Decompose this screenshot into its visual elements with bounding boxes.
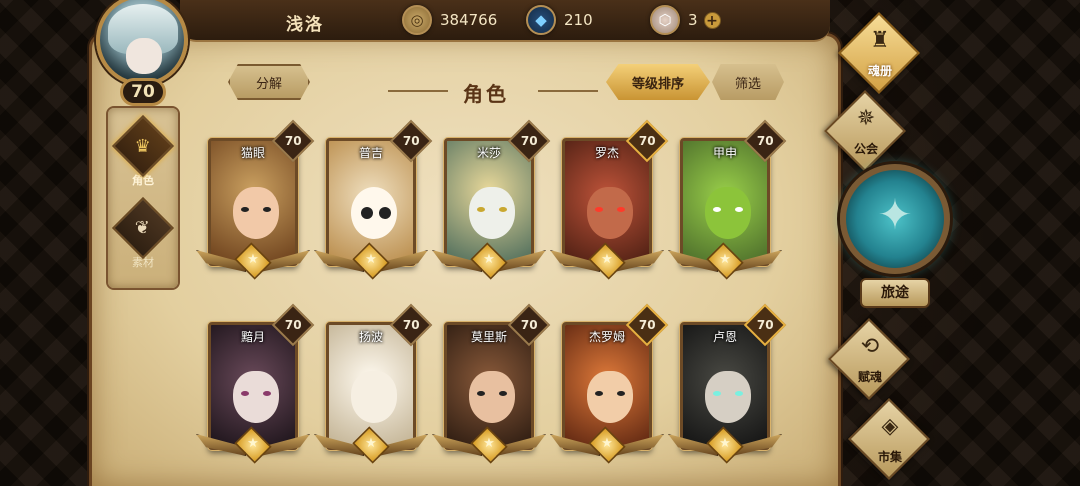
top-resource-bar	[180, 0, 830, 42]
helmet-icon: ♛	[111, 114, 175, 178]
sidebar-item-material[interactable]: ❦ 素材	[111, 196, 175, 270]
page-title: 角色	[463, 82, 509, 106]
coin-icon: ◎	[402, 5, 432, 35]
sort-by-level-button[interactable]: 等级排序	[606, 64, 710, 100]
hero-card[interactable]: 甲申 70 ★	[668, 119, 787, 286]
crystal-value: 210	[564, 11, 593, 29]
title-ornament-right	[538, 90, 598, 92]
nav-label: 市集	[877, 450, 902, 464]
nav-journey[interactable]: ✦ 旅途	[836, 158, 954, 318]
player-name: 浅洛	[286, 15, 324, 35]
crystal-counter: ◆ 210	[526, 5, 593, 35]
rank-wings-icon: ★	[550, 426, 664, 470]
hero-card[interactable]: 黯月 70 ★	[196, 303, 315, 470]
filter-button[interactable]: 筛选	[712, 64, 784, 100]
avatar[interactable]	[96, 0, 188, 86]
rank-wings-icon: ★	[314, 426, 428, 470]
rank-wings-icon: ★	[550, 242, 664, 286]
game-screen: 浅洛 ◎ 384766 ◆ 210 ⬡ 3 + 70 ♛ 角色 ❦ 素材 分解 …	[0, 0, 1080, 486]
coin-counter: ◎ 384766	[402, 5, 498, 35]
hero-card[interactable]: 杰罗姆 70 ★	[550, 303, 669, 470]
nav-label: 魂册	[867, 64, 892, 78]
add-gem-button[interactable]: +	[703, 11, 721, 29]
helmet-icon: ♜	[870, 28, 890, 53]
coin-value: 384766	[440, 11, 498, 29]
rank-wings-icon: ★	[668, 426, 782, 470]
title-ornament-left	[388, 90, 448, 92]
hero-card[interactable]: 猫眼 70 ★	[196, 119, 315, 286]
rank-wings-icon: ★	[314, 242, 428, 286]
nav-label: 旅途	[860, 278, 930, 308]
gem-stack-icon: ◈	[881, 414, 899, 439]
nav-label: 赋魂	[857, 370, 882, 384]
compass-sword-icon: ✦	[877, 190, 913, 239]
hero-card[interactable]: 普吉 70 ★	[314, 119, 433, 286]
nav-market[interactable]: ◈ 市集	[847, 397, 932, 481]
sidebar-item-role[interactable]: ♛ 角色	[111, 114, 175, 188]
rank-wings-icon: ★	[432, 426, 546, 470]
hero-card[interactable]: 莫里斯 70 ★	[432, 303, 551, 470]
hero-card[interactable]: 卢恩 70 ★	[668, 303, 787, 470]
nav-soul-book[interactable]: ♜ 魂册	[837, 11, 922, 95]
rank-wings-icon: ★	[432, 242, 546, 286]
wings-icon: ❦	[111, 196, 175, 260]
gem-counter: ⬡ 3 +	[650, 5, 721, 35]
spiral-icon: ⟲	[860, 334, 880, 359]
player-level-badge: 70	[120, 78, 166, 106]
nav-label: 公会	[853, 142, 878, 156]
crystal-icon: ◆	[526, 5, 556, 35]
decompose-button[interactable]: 分解	[228, 64, 310, 100]
guild-emblem-icon: ✵	[856, 106, 876, 131]
rank-wings-icon: ★	[196, 426, 310, 470]
hero-card[interactable]: 罗杰 70 ★	[550, 119, 669, 286]
gem-value: 3	[688, 11, 698, 29]
nav-talent-soul[interactable]: ⟲ 赋魂	[827, 317, 912, 401]
player-avatar-frame[interactable]: 70	[86, 0, 206, 106]
hero-card[interactable]: 扬波 70 ★	[314, 303, 433, 470]
rank-wings-icon: ★	[196, 242, 310, 286]
rank-wings-icon: ★	[668, 242, 782, 286]
hero-card[interactable]: 米莎 70 ★	[432, 119, 551, 286]
gem-icon: ⬡	[650, 5, 680, 35]
